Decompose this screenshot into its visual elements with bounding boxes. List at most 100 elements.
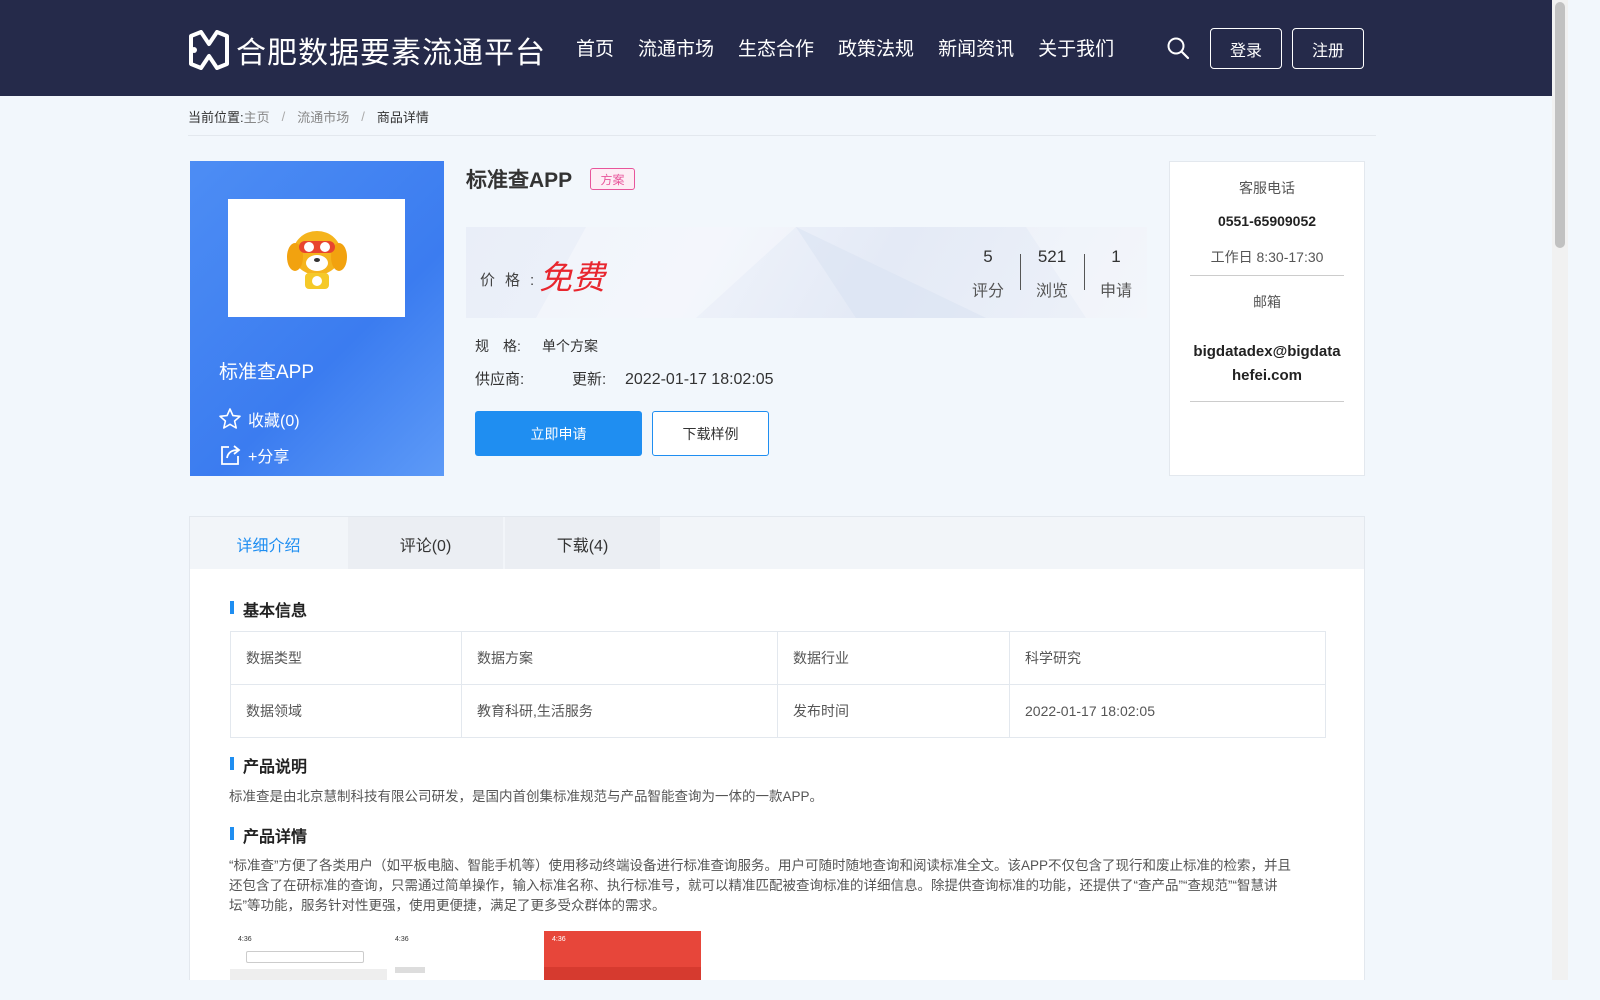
screenshot-time: 4:36 — [395, 936, 409, 943]
table-cell: 数据类型 — [230, 631, 462, 685]
share-icon — [221, 445, 241, 465]
stat-applications-num: 1 — [1111, 247, 1121, 266]
app-screenshot[interactable]: 4:36 — [544, 931, 701, 980]
basic-info-title: 基本信息 — [230, 597, 307, 621]
nav-policy[interactable]: 政策法规 — [838, 34, 914, 61]
screenshot-searchbar — [246, 951, 364, 963]
breadcrumb-home[interactable]: 主页 — [244, 107, 270, 126]
logo-text: 合肥数据要素流通平台 — [236, 36, 546, 71]
tab-detail[interactable]: 详细介绍 — [190, 517, 347, 570]
category-tag: 方案 — [590, 168, 635, 190]
nav-ecosystem[interactable]: 生态合作 — [738, 34, 814, 61]
price-label: 价格: — [480, 272, 545, 289]
favorite-button[interactable]: 收藏(0) — [218, 407, 300, 431]
apply-now-button[interactable]: 立即申请 — [475, 411, 642, 456]
nav-market[interactable]: 流通市场 — [638, 34, 714, 61]
stat-rating: 5 评分 — [958, 247, 1018, 301]
stat-applications: 1 申请 — [1086, 247, 1146, 301]
product-name: 标准查APP — [219, 362, 315, 383]
breadcrumb-divider — [188, 135, 1376, 136]
stat-rating-num: 5 — [983, 247, 993, 266]
mascot-icon — [286, 231, 347, 289]
contact-divider — [1190, 275, 1344, 276]
supplier-row: 供应商: 更新: 2022-01-17 18:02:05 — [475, 368, 774, 389]
product-image — [228, 199, 405, 317]
tab-comments[interactable]: 评论(0) — [348, 517, 503, 570]
page-scrollbar[interactable] — [1552, 0, 1568, 980]
breadcrumb-current: 商品详情 — [376, 109, 429, 125]
stat-rating-label: 评分 — [971, 283, 1004, 300]
table-cell: 科学研究 — [1009, 631, 1326, 685]
email-line-2: hefei.com — [1231, 367, 1303, 384]
price-value: 免费 — [539, 258, 605, 297]
top-header: 合肥数据要素流通平台 首页 流通市场 生态合作 政策法规 新闻资讯 关于我们 登… — [0, 0, 1552, 96]
app-screenshot[interactable]: 4:36 — [230, 931, 387, 980]
phone-label: 客服电话 — [1239, 180, 1295, 196]
stat-divider — [1084, 254, 1085, 290]
stat-divider — [1020, 254, 1021, 290]
breadcrumb: 当前位置: 主页 / 流通市场 / 商品详情 — [188, 107, 429, 125]
main-nav: 首页 流通市场 生态合作 政策法规 新闻资讯 关于我们 — [576, 34, 1138, 61]
star-icon — [219, 408, 241, 429]
contact-divider — [1190, 401, 1344, 402]
detail-line-1: “标准查”方便了各类用户（如平板电脑、智能手机等）使用移动终端设备进行标准查询服… — [229, 858, 1292, 873]
table-cell: 数据行业 — [777, 631, 1010, 685]
description-title: 产品说明 — [230, 753, 307, 777]
screenshot-time: 4:36 — [552, 936, 566, 943]
description-text: 标准查是由北京慧制科技有限公司研发，是国内首创集标准规范与产品智能查询为一体的一… — [229, 789, 824, 804]
screenshot-strip — [230, 969, 387, 980]
app-screenshot[interactable]: 4:36 — [387, 931, 544, 980]
breadcrumb-separator: / — [281, 108, 286, 124]
search-icon[interactable] — [1166, 36, 1190, 60]
table-row: 数据领域 教育科研,生活服务 发布时间 2022-01-17 18:02:05 — [230, 684, 1326, 738]
logo[interactable]: 合肥数据要素流通平台 — [188, 28, 546, 72]
product-card: 标准查APP 收藏(0) +分享 — [190, 161, 444, 476]
detail-content: 基本信息 数据类型 数据方案 数据行业 科学研究 数据领域 教育科研,生活服务 … — [189, 569, 1365, 980]
email-label: 邮箱 — [1253, 294, 1281, 310]
tab-downloads[interactable]: 下载(4) — [505, 517, 660, 570]
screenshot-strip — [544, 967, 701, 980]
detail-line-3: 坛”等功能，服务针对性更强，使用更便捷，满足了更多受众群体的需求。 — [229, 898, 666, 913]
nav-home[interactable]: 首页 — [576, 34, 614, 61]
screenshot-strip — [395, 967, 425, 973]
logo-icon — [189, 30, 229, 70]
stat-views: 521 浏览 — [1022, 247, 1082, 301]
spec-row: 规 格: 单个方案 — [475, 336, 598, 356]
breadcrumb-label: 当前位置: — [188, 109, 244, 125]
contact-panel: 客服电话 0551-65909052 工作日 8:30-17:30 邮箱 big… — [1169, 161, 1365, 476]
email-line-1: bigdatadex@bigdata — [1193, 343, 1341, 360]
breadcrumb-separator: / — [361, 108, 365, 124]
login-button[interactable]: 登录 — [1210, 28, 1282, 69]
spec-value: 单个方案 — [542, 338, 598, 354]
nav-about[interactable]: 关于我们 — [1038, 34, 1114, 61]
share-label: +分享 — [248, 449, 290, 466]
phone-number: 0551-65909052 — [1217, 213, 1317, 229]
scrollbar-thumb[interactable] — [1555, 2, 1565, 248]
table-cell: 发布时间 — [777, 684, 1010, 738]
breadcrumb-market[interactable]: 流通市场 — [297, 107, 349, 126]
stat-views-label: 浏览 — [1035, 283, 1068, 300]
work-hours: 工作日 8:30-17:30 — [1210, 249, 1324, 265]
price-panel: 价格: 免费 5 评分 521 浏览 1 申请 — [466, 227, 1147, 318]
update-value: 2022-01-17 18:02:05 — [625, 371, 774, 388]
download-sample-button[interactable]: 下载样例 — [652, 411, 769, 456]
nav-news[interactable]: 新闻资讯 — [938, 34, 1014, 61]
register-button[interactable]: 注册 — [1292, 28, 1364, 69]
table-row: 数据类型 数据方案 数据行业 科学研究 — [230, 631, 1326, 685]
update-label: 更新: — [572, 371, 607, 388]
stat-applications-label: 申请 — [1099, 283, 1132, 300]
table-cell: 数据方案 — [461, 631, 778, 685]
detail-line-2: 还包含了在研标准的查询，只需通过简单操作，输入标准名称、执行标准号，就可以精准匹… — [229, 878, 1278, 893]
table-cell: 教育科研,生活服务 — [461, 684, 778, 738]
basic-info-table: 数据类型 数据方案 数据行业 科学研究 数据领域 教育科研,生活服务 发布时间 … — [230, 631, 1326, 738]
share-button[interactable]: +分享 — [218, 443, 289, 467]
table-cell: 2022-01-17 18:02:05 — [1009, 684, 1326, 738]
spec-label: 规 格: — [475, 338, 521, 354]
table-cell: 数据领域 — [230, 684, 462, 738]
favorite-label: 收藏(0) — [248, 413, 300, 430]
screenshot-gallery: 4:36 4:36 4:36 — [230, 931, 701, 980]
product-detail-title: 产品详情 — [230, 823, 307, 847]
detail-tabs: 详细介绍 评论(0) 下载(4) — [189, 516, 1365, 570]
stat-views-num: 521 — [1037, 247, 1067, 266]
screenshot-time: 4:36 — [238, 936, 252, 943]
